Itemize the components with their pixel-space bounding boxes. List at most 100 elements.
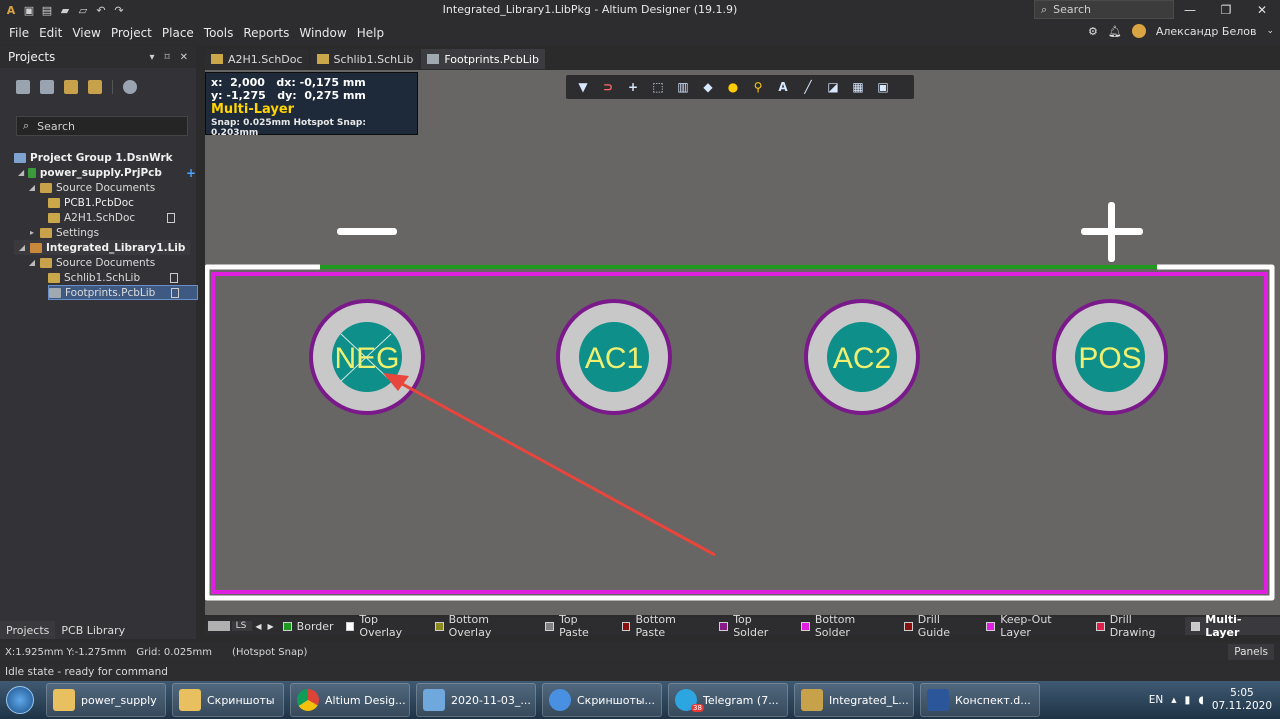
layer-tab-border[interactable]: Border (277, 617, 340, 635)
close-button[interactable]: ✕ (1244, 0, 1280, 20)
tree-item-source-documents[interactable]: ◢ Source Documents (14, 255, 196, 270)
avatar[interactable] (1131, 24, 1146, 38)
menu-file[interactable]: File (4, 26, 34, 40)
menu-window[interactable]: Window (294, 26, 351, 40)
pad-pos[interactable]: POS (1052, 299, 1168, 415)
taskbar-item-telegram[interactable]: 38 Telegram (7... (668, 683, 788, 717)
select-rect-icon[interactable]: ⬚ (651, 80, 665, 94)
layer-tab-top-paste[interactable]: Top Paste (539, 613, 615, 639)
layer-tab-drill-drawing[interactable]: Drill Drawing (1090, 613, 1186, 639)
place-pad-icon[interactable]: ◆ (701, 80, 715, 94)
minimize-button[interactable]: — (1172, 0, 1208, 20)
menu-place[interactable]: Place (157, 26, 199, 40)
layer-tab-bottom-paste[interactable]: Bottom Paste (616, 613, 714, 639)
layer-tab-keep-out-layer[interactable]: Keep-Out Layer (980, 613, 1089, 639)
layer-tab-top-solder[interactable]: Top Solder (713, 613, 795, 639)
collapse-arrow-icon[interactable]: ◢ (28, 258, 36, 267)
pcb-footprint-canvas[interactable]: NEG AC1 AC2 POS (204, 70, 1280, 615)
place-line-icon[interactable]: ╱ (801, 80, 815, 94)
align-icon[interactable]: ▥ (676, 80, 690, 94)
title-search-input[interactable]: ⌕ Search (1034, 0, 1174, 19)
scroll-right-icon[interactable]: ▶ (265, 622, 277, 631)
taskbar-item-screenshots-app[interactable]: Скриншоты... (542, 683, 662, 717)
tree-item-project-group[interactable]: Project Group 1.DsnWrk (14, 150, 196, 165)
tab-pcb-library[interactable]: PCB Library (55, 621, 131, 639)
panel-menu-icon[interactable]: ▾ (149, 52, 154, 63)
place-region-icon[interactable]: ◪ (826, 80, 840, 94)
maximize-button[interactable]: ❐ (1208, 0, 1244, 20)
layer-tab-multi-layer[interactable]: Multi-Layer (1185, 613, 1280, 639)
language-indicator[interactable]: EN (1149, 694, 1164, 706)
tab-a2h1-schdoc[interactable]: A2H1.SchDoc (205, 49, 309, 69)
tray-arrow-icon[interactable]: ▴ (1171, 694, 1176, 706)
filter-icon[interactable]: ▼ (576, 80, 590, 94)
start-button[interactable] (0, 682, 40, 718)
expand-arrow-icon[interactable]: ▸ (28, 228, 36, 237)
compile-icon[interactable] (40, 80, 54, 94)
menu-reports[interactable]: Reports (238, 26, 294, 40)
tab-footprints-pcblib[interactable]: Footprints.PcbLib (421, 49, 545, 69)
open-project-icon[interactable]: ▱ (76, 3, 90, 17)
tree-item-power-supply[interactable]: ◢ power_supply.PrjPcb + (14, 165, 196, 180)
save-project-icon[interactable] (16, 80, 30, 94)
taskbar-item-screenshots-folder[interactable]: Скриншоты (172, 683, 284, 717)
panel-close-icon[interactable]: ✕ (180, 52, 188, 63)
tree-item-schlib1[interactable]: Schlib1.SchLib (14, 270, 196, 285)
place-component-icon[interactable]: ▣ (876, 80, 890, 94)
taskbar-item-image[interactable]: 2020-11-03_... (416, 683, 536, 717)
tree-item-pcb1[interactable]: PCB1.PcbDoc (14, 195, 196, 210)
tree-item-footprints[interactable]: Footprints.PcbLib (48, 285, 198, 300)
gear-icon[interactable]: ⚙ (1088, 25, 1098, 38)
place-fill-icon[interactable]: ▦ (851, 80, 865, 94)
taskbar-item-altium[interactable]: Integrated_L... (794, 683, 914, 717)
layer-tab-drill-guide[interactable]: Drill Guide (898, 613, 980, 639)
network-icon[interactable]: ▮ (1185, 694, 1191, 706)
open-folder-icon[interactable]: ▰ (58, 3, 72, 17)
menu-view[interactable]: View (67, 26, 105, 40)
add-icon[interactable]: + (186, 166, 196, 180)
taskbar-item-chrome[interactable]: Altium Desig... (290, 683, 410, 717)
tab-schlib1-schlib[interactable]: Schlib1.SchLib (310, 49, 420, 69)
save-all-icon[interactable]: ▤ (40, 3, 54, 17)
layer-tab-bottom-overlay[interactable]: Bottom Overlay (429, 613, 540, 639)
volume-icon[interactable]: ◖ (1198, 694, 1204, 706)
menu-tools[interactable]: Tools (199, 26, 239, 40)
project-options-icon[interactable] (88, 80, 102, 94)
place-via-icon[interactable]: ● (726, 80, 740, 94)
layer-tab-top-overlay[interactable]: Top Overlay (340, 613, 429, 639)
pad-neg[interactable]: NEG (309, 299, 425, 415)
cross-select-icon[interactable]: + (626, 80, 640, 94)
taskbar-item-power-supply[interactable]: power_supply (46, 683, 166, 717)
projects-search-input[interactable]: ⌕ Search (16, 116, 188, 136)
save-icon[interactable]: ▣ (22, 3, 36, 17)
tree-item-integrated-library[interactable]: ◢ Integrated_Library1.Lib (14, 240, 190, 255)
collapse-arrow-icon[interactable]: ◢ (28, 183, 36, 192)
user-name[interactable]: Александр Белов (1156, 25, 1257, 38)
collapse-arrow-icon[interactable]: ◢ (18, 243, 26, 252)
pin-icon[interactable]: ⌑ (164, 52, 169, 63)
redo-icon[interactable]: ↷ (112, 3, 126, 17)
place-pin-icon[interactable]: ⚲ (751, 80, 765, 94)
tree-item-source-documents[interactable]: ◢ Source Documents (14, 180, 196, 195)
pad-ac1[interactable]: AC1 (556, 299, 672, 415)
route-icon[interactable]: ⊃ (601, 80, 615, 94)
place-text-icon[interactable]: A (776, 80, 790, 94)
panels-button[interactable]: Panels (1228, 644, 1274, 660)
taskbar-item-word[interactable]: Конспект.d... (920, 683, 1040, 717)
layer-set-button[interactable]: LS (231, 621, 253, 631)
settings-gear-icon[interactable] (123, 80, 137, 94)
menu-project[interactable]: Project (106, 26, 157, 40)
menu-edit[interactable]: Edit (34, 26, 67, 40)
layer-set-swatch[interactable] (208, 621, 230, 631)
undo-icon[interactable]: ↶ (94, 3, 108, 17)
clock[interactable]: 5:05 07.11.2020 (1212, 687, 1272, 713)
pad-ac2[interactable]: AC2 (804, 299, 920, 415)
layer-tab-bottom-solder[interactable]: Bottom Solder (795, 613, 898, 639)
menu-help[interactable]: Help (352, 26, 389, 40)
scroll-left-icon[interactable]: ◀ (252, 622, 264, 631)
bell-icon[interactable]: 🔔︎ (1108, 25, 1122, 38)
tree-item-settings[interactable]: ▸ Settings (14, 225, 196, 240)
chevron-down-icon[interactable]: ⌄ (1266, 26, 1274, 36)
open-project-folder-icon[interactable] (64, 80, 78, 94)
tab-projects[interactable]: Projects (0, 621, 56, 639)
